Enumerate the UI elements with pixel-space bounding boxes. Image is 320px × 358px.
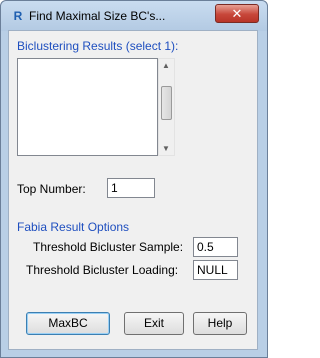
threshold-sample-label: Threshold Bicluster Sample: — [33, 240, 184, 254]
fabia-options-label: Fabia Result Options — [17, 220, 130, 234]
scrollbar-thumb[interactable] — [161, 86, 172, 120]
exit-button[interactable]: Exit — [124, 312, 184, 335]
close-button[interactable]: ✕ — [215, 4, 259, 23]
threshold-loading-label: Threshold Bicluster Loading: — [26, 263, 179, 277]
threshold-loading-input[interactable]: NULL — [193, 260, 238, 280]
listbox-scrollbar[interactable]: ▲ ▼ — [158, 58, 175, 156]
biclustering-results-label: Biclustering Results (select 1): — [17, 39, 179, 53]
window-title: Find Maximal Size BC's... — [29, 9, 166, 23]
scroll-down-arrow-icon[interactable]: ▼ — [162, 144, 170, 153]
r-app-icon: R — [13, 9, 23, 23]
threshold-sample-input[interactable]: 0.5 — [193, 237, 238, 257]
maxbc-button[interactable]: MaxBC — [26, 312, 110, 335]
scroll-up-arrow-icon[interactable]: ▲ — [162, 61, 170, 70]
close-icon: ✕ — [231, 7, 243, 22]
title-bar[interactable]: R Find Maximal Size BC's... ✕ — [1, 1, 267, 31]
top-number-label: Top Number: — [17, 182, 86, 196]
biclustering-results-listbox[interactable] — [17, 58, 158, 156]
top-number-input[interactable]: 1 — [107, 178, 155, 198]
help-button[interactable]: Help — [193, 312, 247, 335]
